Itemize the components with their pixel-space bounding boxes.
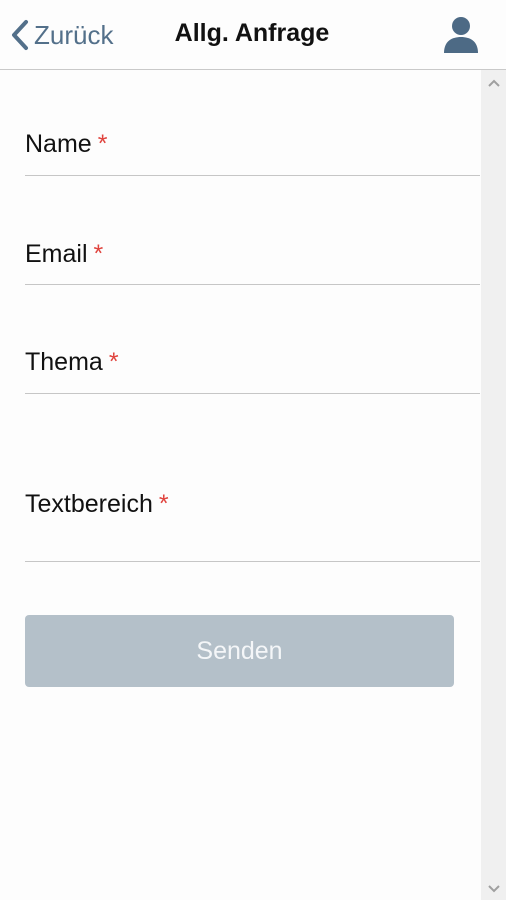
scroll-down-button[interactable] bbox=[481, 880, 506, 900]
chevron-left-icon bbox=[10, 19, 30, 51]
name-label: Name * bbox=[25, 130, 108, 158]
scrollbar[interactable] bbox=[481, 70, 506, 900]
textarea-label: Textbereich * bbox=[25, 490, 169, 518]
topic-field[interactable]: Thema * bbox=[25, 285, 480, 394]
user-icon bbox=[442, 17, 482, 59]
textarea-field[interactable]: Textbereich * bbox=[25, 394, 480, 562]
email-label: Email * bbox=[25, 240, 104, 268]
required-marker: * bbox=[93, 240, 104, 268]
back-label: Zurück bbox=[34, 19, 114, 50]
name-field[interactable]: Name * bbox=[25, 70, 480, 176]
scroll-up-button[interactable] bbox=[481, 74, 506, 94]
required-marker: * bbox=[97, 130, 108, 158]
required-marker: * bbox=[158, 490, 169, 518]
app-header: Zurück Allg. Anfrage bbox=[0, 0, 506, 70]
send-button[interactable]: Senden bbox=[25, 615, 454, 687]
topic-label: Thema * bbox=[25, 348, 119, 376]
required-marker: * bbox=[108, 348, 119, 376]
user-button[interactable] bbox=[442, 15, 482, 55]
email-field[interactable]: Email * bbox=[25, 176, 480, 285]
chevron-up-icon bbox=[487, 75, 501, 93]
back-button[interactable]: Zurück bbox=[10, 17, 113, 53]
chevron-down-icon bbox=[487, 881, 501, 899]
